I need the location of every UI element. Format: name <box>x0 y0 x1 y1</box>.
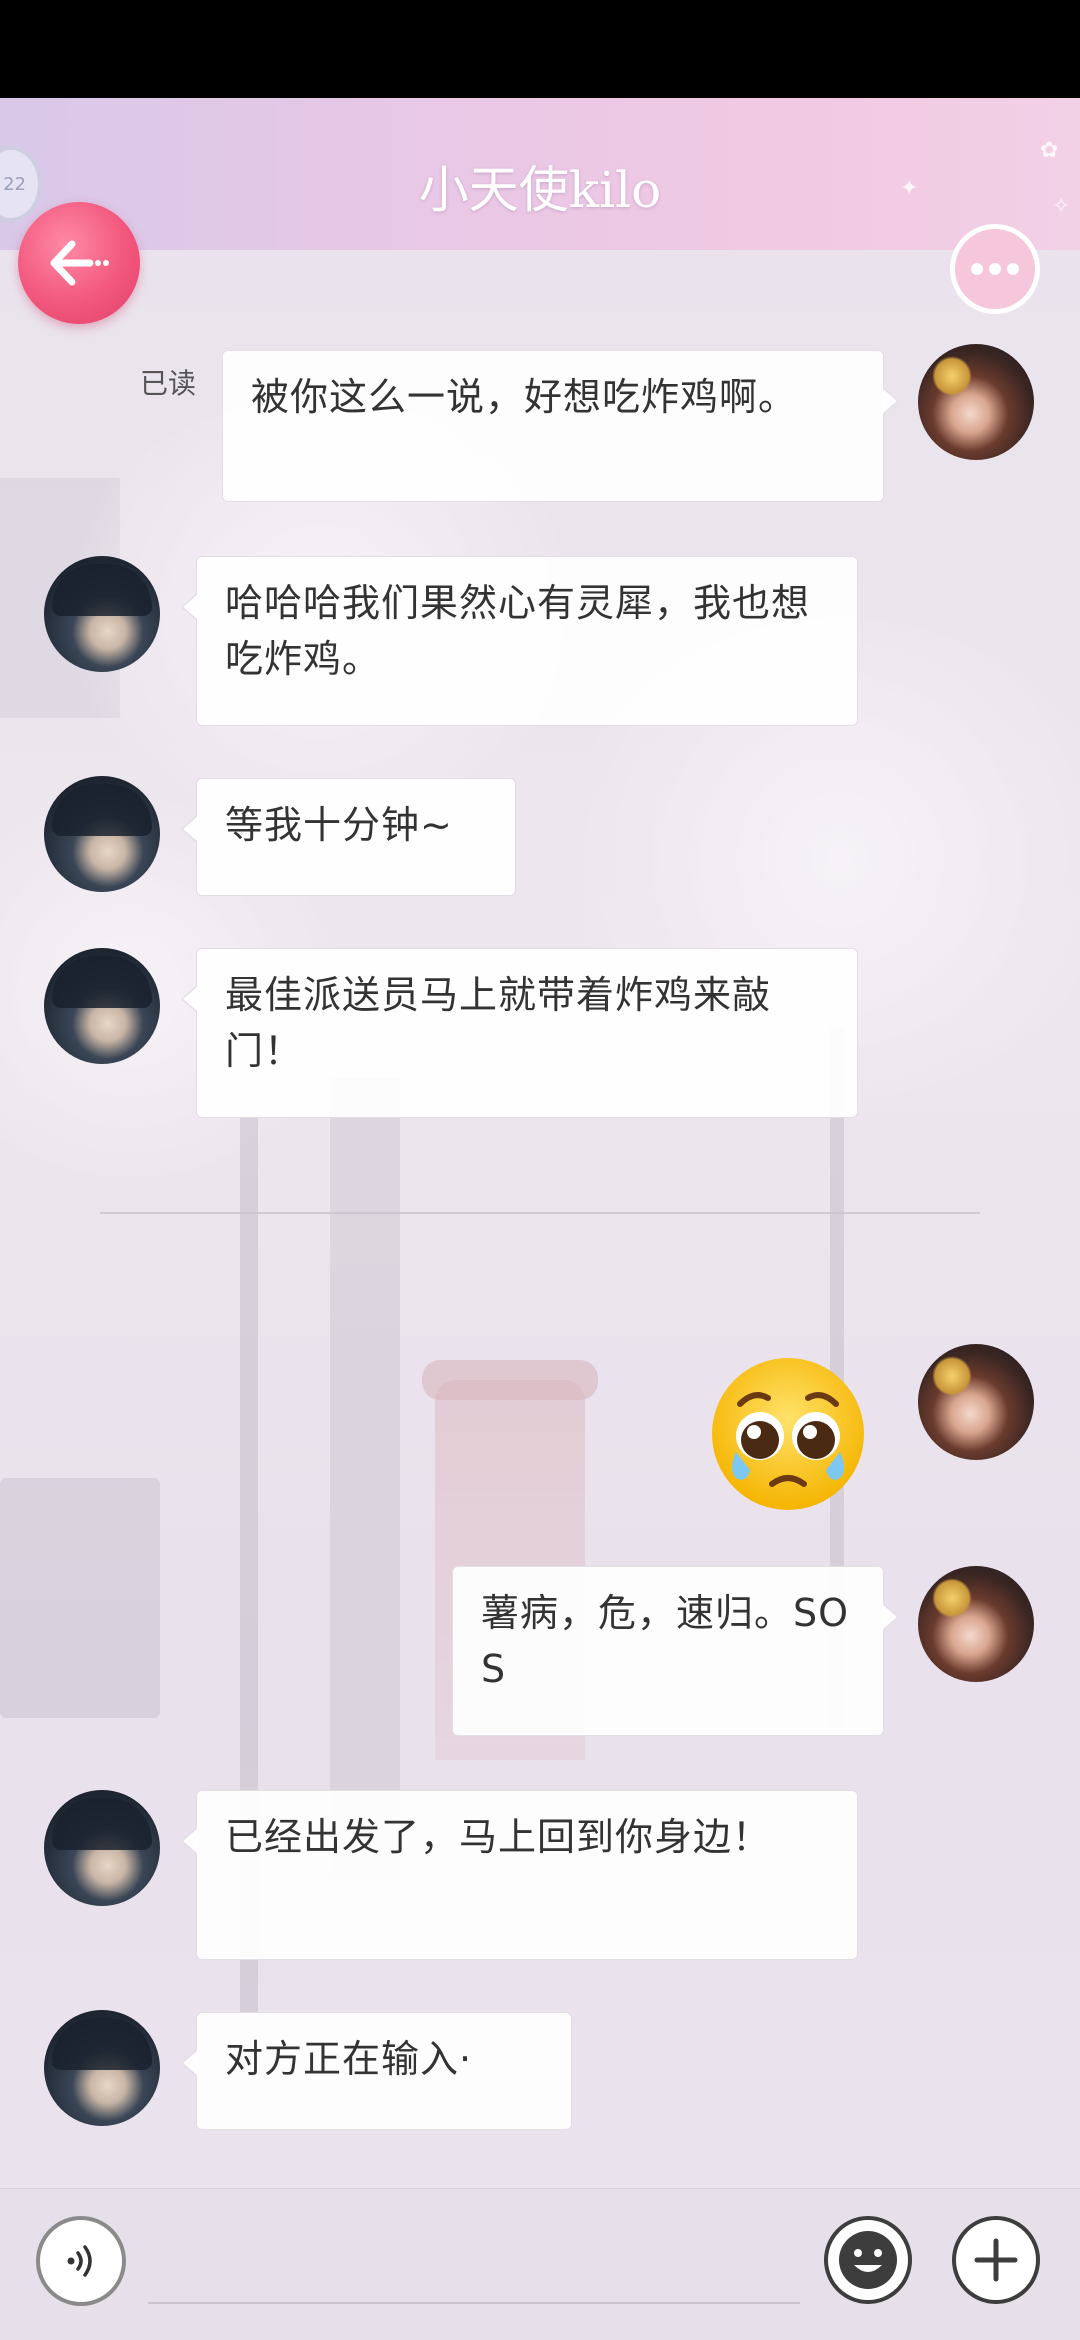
more-dots-icon <box>971 263 1019 275</box>
star-decoration-icon: ✦ <box>900 176 919 201</box>
contact-avatar[interactable] <box>44 776 160 892</box>
emoji-button[interactable] <box>824 2216 912 2304</box>
screen: ✦ ✧ ✿ 22 小天使kilo 已读 被你这么一说，好想吃炸鸡啊。 哈哈哈我们… <box>0 0 1080 2340</box>
time-divider <box>100 1212 980 1214</box>
contact-avatar[interactable] <box>44 556 160 672</box>
voice-icon <box>67 2245 92 2277</box>
typing-indicator-bubble: 对方正在输入· <box>181 2012 572 2130</box>
back-button[interactable] <box>18 202 140 324</box>
typing-indicator-text: 对方正在输入· <box>225 2037 473 2081</box>
read-receipt: 已读 <box>140 367 197 400</box>
contact-avatar[interactable] <box>44 1790 160 1906</box>
add-attachment-button[interactable] <box>952 2216 1040 2304</box>
message-bubble-incoming[interactable]: 最佳派送员马上就带着炸鸡来敲门！ <box>181 948 858 1118</box>
emoji-icon <box>839 2231 897 2289</box>
my-avatar[interactable] <box>918 344 1034 460</box>
my-avatar[interactable] <box>918 1344 1034 1460</box>
plus-icon <box>974 2238 1018 2282</box>
message-text: 等我十分钟~ <box>225 803 453 847</box>
message-bubble-incoming[interactable]: 哈哈哈我们果然心有灵犀，我也想吃炸鸡。 <box>181 556 858 726</box>
message-bubble-outgoing[interactable]: 被你这么一说，好想吃炸鸡啊。 <box>222 350 899 502</box>
star-decoration-icon: ✿ <box>1040 138 1059 163</box>
level-badge-number: 22 <box>3 173 26 195</box>
chat-title: 小天使kilo <box>418 161 662 219</box>
message-bubble-outgoing[interactable]: 薯病，危，速归。SOS <box>452 1566 899 1736</box>
message-text: 最佳派送员马上就带着炸鸡来敲门！ <box>225 973 772 1073</box>
contact-avatar[interactable] <box>44 2010 160 2126</box>
message-bubble-incoming[interactable]: 等我十分钟~ <box>181 778 516 896</box>
message-text: 被你这么一说，好想吃炸鸡啊。 <box>251 375 798 419</box>
my-avatar[interactable] <box>918 1566 1034 1682</box>
more-options-button[interactable] <box>950 224 1040 314</box>
status-bar <box>0 0 1080 98</box>
input-underline <box>148 2302 800 2304</box>
message-text: 薯病，危，速归。SOS <box>481 1591 850 1691</box>
contact-avatar[interactable] <box>44 948 160 1064</box>
message-text: 哈哈哈我们果然心有灵犀，我也想吃炸鸡。 <box>225 581 811 681</box>
voice-button[interactable] <box>36 2216 126 2306</box>
pleading-face-emoji-icon[interactable] <box>710 1356 866 1512</box>
star-decoration-icon: ✧ <box>1052 194 1071 219</box>
message-text: 已经出发了，马上回到你身边！ <box>225 1815 772 1859</box>
back-arrow-icon <box>50 240 109 286</box>
message-input[interactable] <box>148 2220 800 2300</box>
message-bubble-incoming[interactable]: 已经出发了，马上回到你身边！ <box>181 1790 858 1960</box>
